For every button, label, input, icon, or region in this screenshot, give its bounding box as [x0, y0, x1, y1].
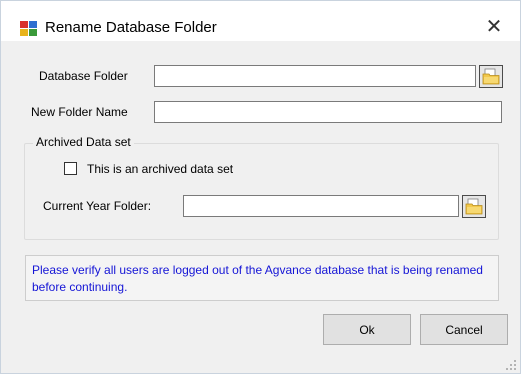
- close-button[interactable]: ✕: [471, 11, 517, 43]
- ok-button[interactable]: Ok: [323, 314, 411, 345]
- resize-grip-icon[interactable]: [505, 358, 517, 370]
- current-year-folder-browse-button[interactable]: [462, 195, 486, 218]
- database-folder-browse-button[interactable]: [479, 65, 503, 88]
- archived-group-label: Archived Data set: [33, 135, 134, 149]
- folder-browse-icon: [465, 198, 483, 215]
- current-year-folder-input[interactable]: [183, 195, 459, 217]
- rename-database-folder-dialog: Rename Database Folder ✕ Database Folder…: [0, 0, 521, 374]
- database-folder-input[interactable]: [154, 65, 476, 87]
- archived-data-set-group: [24, 143, 499, 240]
- archived-checkbox-label[interactable]: This is an archived data set: [87, 162, 233, 176]
- window-title: Rename Database Folder: [45, 19, 217, 36]
- close-icon[interactable]: ✕: [486, 17, 503, 37]
- new-folder-name-label: New Folder Name: [31, 105, 128, 119]
- cancel-button[interactable]: Cancel: [420, 314, 508, 345]
- new-folder-name-input[interactable]: [154, 101, 502, 123]
- folder-browse-icon: [482, 68, 500, 85]
- database-folder-label: Database Folder: [39, 69, 128, 83]
- title-bar[interactable]: Rename Database Folder ✕: [1, 1, 520, 41]
- app-icon: [20, 21, 37, 36]
- archived-checkbox[interactable]: [64, 162, 77, 175]
- current-year-folder-label: Current Year Folder:: [43, 199, 152, 213]
- logout-warning-notice: Please verify all users are logged out o…: [25, 255, 499, 301]
